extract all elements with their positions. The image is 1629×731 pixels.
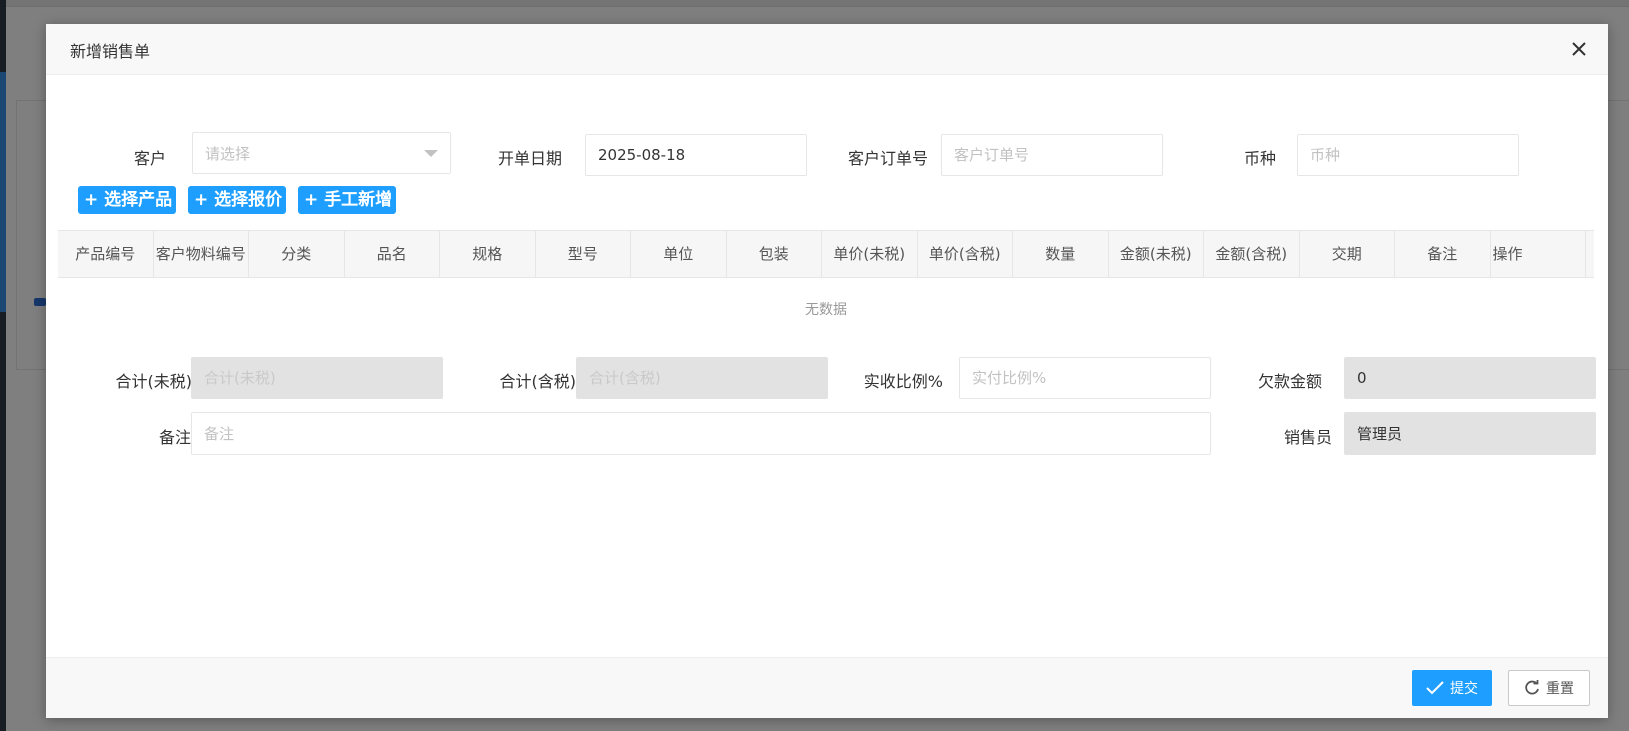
table-column-header: 客户物料编号 (154, 231, 249, 277)
submit-button[interactable]: 提交 (1412, 670, 1492, 706)
total-tax-input (576, 357, 828, 399)
customer-po-input[interactable] (941, 134, 1163, 176)
table-column-header: 单价(未税) (822, 231, 918, 277)
manual-add-button[interactable]: + 手工新增 (298, 186, 397, 214)
arrears-input (1344, 357, 1596, 399)
customer-select-placeholder: 请选择 (205, 145, 251, 163)
chevron-down-icon (424, 150, 438, 157)
total-no-tax-input (191, 357, 443, 399)
new-sales-order-dialog: 新增销售单 客户 请选择 开单日期 客户订单号 币种 + 选择产品 + 选择报价… (46, 24, 1608, 718)
refresh-icon (1525, 680, 1539, 695)
reset-button[interactable]: 重置 (1508, 670, 1590, 706)
currency-label: 币种 (1243, 149, 1276, 168)
table-column-header: 金额(含税) (1204, 231, 1300, 277)
table-header: 产品编号 客户物料编号 分类 品名 规格 型号 单位 包装 单价(未税) 单价(含税) 数量 金额(未… (58, 230, 1594, 278)
close-icon (1572, 42, 1586, 56)
product-table: 产品编号 客户物料编号 分类 品名 规格 型号 单位 包装 单价(未税) 单价(含税) 数量 金额(未… (58, 230, 1594, 342)
close-button[interactable] (1566, 36, 1592, 62)
table-empty-message: 无数据 (805, 302, 847, 318)
check-icon (1426, 681, 1444, 695)
received-ratio-label: 实收比例% (863, 372, 943, 391)
salesperson-label: 销售员 (1283, 428, 1332, 447)
table-column-header: 规格 (440, 231, 536, 277)
received-ratio-input[interactable] (959, 357, 1211, 399)
currency-input[interactable] (1297, 134, 1519, 176)
table-column-header: 品名 (345, 231, 440, 277)
dialog-body: 客户 请选择 开单日期 客户订单号 币种 + 选择产品 + 选择报价 + 手工新… (46, 75, 1608, 659)
table-column-header: 单价(含税) (918, 231, 1013, 277)
total-tax-label: 合计(含税) (499, 372, 577, 391)
remark-label: 备注 (158, 428, 191, 447)
dialog-header: 新增销售单 (46, 24, 1608, 75)
table-column-header: 型号 (536, 231, 631, 277)
salesperson-input (1344, 412, 1596, 455)
select-product-button[interactable]: + 选择产品 (78, 186, 177, 214)
table-column-header: 备注 (1395, 231, 1491, 277)
customer-label: 客户 (133, 149, 166, 168)
arrears-label: 欠款金额 (1257, 372, 1322, 391)
table-column-header: 交期 (1300, 231, 1395, 277)
dialog-footer: 提交 重置 (46, 657, 1608, 718)
table-column-header: 包装 (727, 231, 822, 277)
reset-button-label: 重置 (1546, 681, 1574, 697)
remark-input[interactable] (191, 412, 1211, 455)
select-quote-button[interactable]: + 选择报价 (188, 186, 287, 214)
table-column-header: 单位 (631, 231, 727, 277)
total-no-tax-label: 合计(未税) (115, 372, 193, 391)
submit-button-label: 提交 (1450, 681, 1478, 697)
table-column-header: 产品编号 (58, 231, 154, 277)
table-column-header: 金额(未税) (1109, 231, 1204, 277)
customer-po-label: 客户订单号 (847, 149, 928, 168)
customer-select[interactable]: 请选择 (192, 132, 451, 174)
table-column-header: 数量 (1013, 231, 1109, 277)
order-date-input[interactable] (585, 134, 807, 176)
order-date-label: 开单日期 (497, 149, 562, 168)
table-column-header: 操作 (1491, 231, 1586, 277)
dialog-title: 新增销售单 (70, 42, 151, 61)
table-column-header: 分类 (249, 231, 345, 277)
